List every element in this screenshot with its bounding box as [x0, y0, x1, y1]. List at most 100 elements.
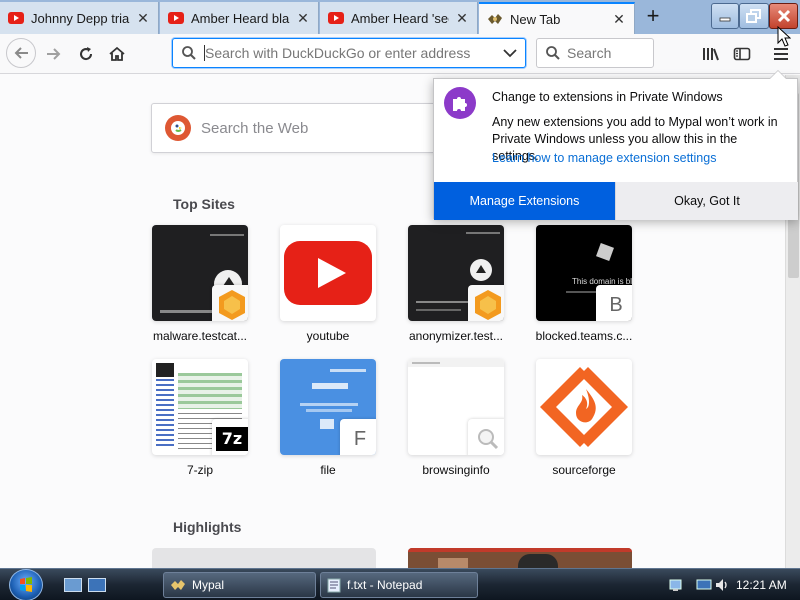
tab-title: Johnny Depp trial:: [31, 10, 130, 26]
top-site-anonymizer[interactable]: anonymizer.test...: [408, 225, 504, 343]
close-tab-icon[interactable]: ✕: [136, 10, 150, 27]
site-label: anonymizer.test...: [408, 329, 504, 343]
minimize-button[interactable]: [711, 3, 739, 29]
site-letter-badge: F: [340, 419, 376, 455]
notepad-icon: [327, 578, 341, 593]
tab-title: New Tab: [510, 11, 561, 27]
volume-icon[interactable]: [714, 577, 730, 593]
search-icon: [546, 46, 560, 60]
site-thumbnail: [280, 225, 376, 321]
taskbar-item-notepad[interactable]: f.txt - Notepad: [320, 572, 478, 598]
hamburger-menu-icon: [774, 48, 788, 60]
popup-title: Change to extensions in Private Windows: [492, 90, 723, 104]
library-icon: [703, 48, 719, 61]
magnifier-icon: [468, 419, 504, 455]
search-bar[interactable]: Search: [536, 38, 654, 68]
search-icon: [182, 46, 196, 60]
new-tab-button[interactable]: +: [638, 4, 668, 30]
highlights-heading: Highlights: [173, 519, 242, 535]
site-label: browsinginfo: [422, 463, 490, 477]
duckduckgo-icon: [165, 115, 191, 141]
top-site-file[interactable]: F file: [280, 359, 376, 477]
site-thumbnail: [152, 225, 248, 321]
site-label: file: [320, 463, 336, 477]
extensions-private-windows-popup: Change to extensions in Private Windows …: [433, 70, 798, 220]
site-thumbnail: This domain is bloc B: [536, 225, 632, 321]
forward-arrow-icon: [47, 48, 61, 60]
sidebar-icon: [733, 47, 751, 61]
highlight-card[interactable]: [152, 548, 376, 568]
system-tray: 12:21 AM: [668, 569, 787, 600]
nav-toolbar: Search with DuckDuckGo or enter address …: [0, 34, 800, 74]
mypal-icon: [487, 13, 503, 25]
site-label: malware.testcat...: [152, 329, 248, 343]
home-button[interactable]: [103, 40, 131, 68]
top-site-youtube[interactable]: youtube: [280, 225, 376, 343]
site-badge-icon: [212, 285, 248, 321]
site-thumbnail: 7z: [152, 359, 248, 455]
back-arrow-icon: [14, 47, 28, 59]
top-site-malware[interactable]: malware.testcat...: [152, 225, 248, 343]
top-sites-heading: Top Sites: [173, 196, 235, 212]
top-site-blocked-teams[interactable]: This domain is bloc B blocked.teams.c...: [536, 225, 632, 343]
7zip-logo-icon: 7z: [212, 419, 248, 455]
web-search-box[interactable]: Search the Web: [151, 103, 451, 153]
taskbar-item-mypal[interactable]: Mypal: [163, 572, 316, 598]
switch-windows-icon[interactable]: [88, 578, 106, 592]
site-thumbnail: [408, 359, 504, 455]
site-badge-icon: [468, 285, 504, 321]
site-label: blocked.teams.c...: [535, 329, 633, 343]
manage-extensions-button[interactable]: Manage Extensions: [434, 182, 615, 220]
site-letter-badge: B: [596, 285, 632, 321]
youtube-icon: [168, 12, 184, 24]
mouse-cursor-icon: [777, 26, 791, 47]
tab-title: Amber Heard 'seen: [351, 10, 449, 26]
site-thumbnail: [408, 225, 504, 321]
puzzle-piece-icon: [444, 87, 476, 119]
top-site-sourceforge[interactable]: sourceforge: [536, 359, 632, 477]
highlight-card[interactable]: [408, 548, 632, 568]
url-placeholder: Search with DuckDuckGo or enter address: [205, 45, 471, 61]
library-button[interactable]: [697, 40, 725, 68]
tab-amber-heard-2[interactable]: Amber Heard 'seen ✕: [320, 2, 478, 34]
clock[interactable]: 12:21 AM: [736, 578, 787, 592]
display-icon[interactable]: [696, 577, 712, 593]
reload-button[interactable]: [72, 40, 100, 68]
close-tab-icon[interactable]: ✕: [612, 11, 626, 28]
windows-logo-icon: [20, 577, 32, 592]
site-label: sourceforge: [552, 463, 616, 477]
web-search-placeholder: Search the Web: [201, 119, 309, 137]
url-bar[interactable]: Search with DuckDuckGo or enter address: [172, 38, 526, 68]
mypal-icon: [171, 580, 185, 590]
close-tab-icon[interactable]: ✕: [455, 10, 469, 27]
reload-icon: [80, 47, 93, 61]
minimize-icon: [719, 17, 731, 22]
tab-new-tab[interactable]: New Tab ✕: [479, 2, 635, 34]
restore-button[interactable]: [739, 3, 769, 29]
back-button[interactable]: [6, 38, 36, 68]
network-icon[interactable]: [668, 577, 684, 593]
okay-got-it-button[interactable]: Okay, Got It: [615, 182, 798, 220]
tab-amber-heard-1[interactable]: Amber Heard blam ✕: [160, 2, 319, 34]
forward-button[interactable]: [40, 40, 68, 68]
start-button[interactable]: [9, 569, 43, 600]
tab-title: Amber Heard blam: [191, 10, 290, 26]
site-label: 7-zip: [186, 463, 213, 477]
show-desktop-icon[interactable]: [64, 578, 82, 592]
taskbar-item-label: Mypal: [192, 578, 225, 592]
sourceforge-logo-icon: [540, 367, 628, 447]
site-thumbnail: F: [280, 359, 376, 455]
tab-bar: Johnny Depp trial: ✕ Amber Heard blam ✕ …: [0, 0, 800, 34]
close-icon: [777, 9, 790, 23]
site-thumbnail: [536, 359, 632, 455]
windows-taskbar: Mypal f.txt - Notepad 12:21 AM: [0, 568, 800, 600]
taskbar-item-label: f.txt - Notepad: [347, 578, 423, 592]
top-site-7zip[interactable]: 7z 7-zip: [152, 359, 248, 477]
tab-johnny-depp[interactable]: Johnny Depp trial: ✕: [0, 2, 159, 34]
manage-extension-settings-link[interactable]: Learn how to manage extension settings: [492, 151, 716, 165]
youtube-icon: [328, 12, 344, 24]
close-tab-icon[interactable]: ✕: [296, 10, 310, 27]
sidebar-button[interactable]: [728, 40, 756, 68]
chevron-down-icon[interactable]: [503, 48, 517, 58]
top-site-browsinginfo[interactable]: browsinginfo: [408, 359, 504, 477]
